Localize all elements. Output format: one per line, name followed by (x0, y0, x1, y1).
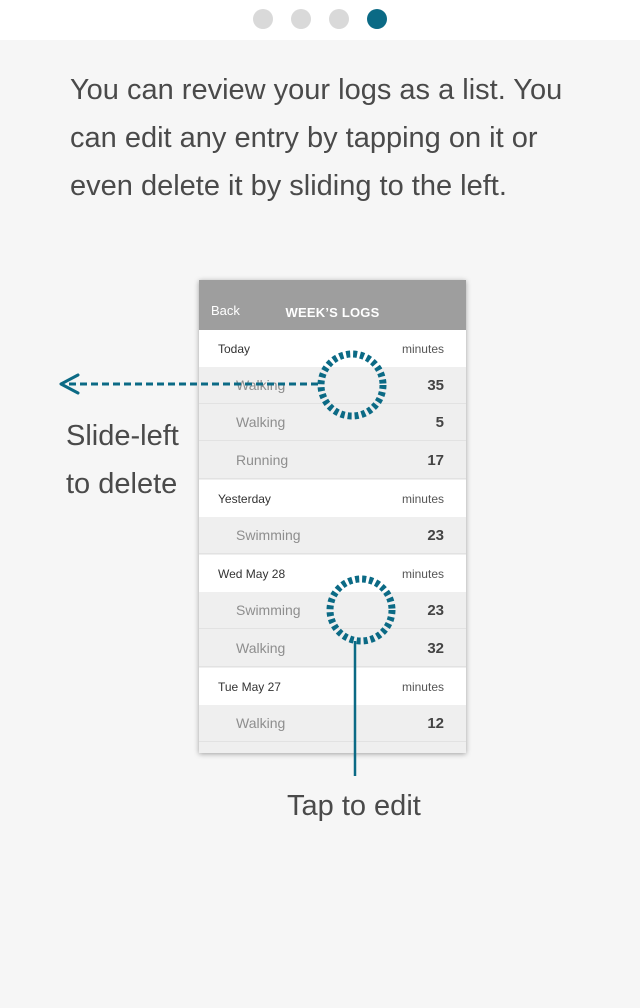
group-header-yesterday: Yesterday minutes (199, 480, 466, 517)
group-date: Wed May 28 (218, 567, 286, 581)
entry-minutes: 23 (427, 527, 444, 544)
group-header-wed-may-28: Wed May 28 minutes (199, 555, 466, 592)
page-dot-1[interactable] (253, 9, 273, 29)
entry-minutes: 23 (427, 602, 444, 619)
phone-title: WEEK’S LOGS (285, 305, 380, 320)
page-dot-4-active[interactable] (367, 9, 387, 29)
log-entry[interactable]: Walking 35 (199, 367, 466, 404)
log-entry[interactable]: Running 17 (199, 442, 466, 479)
slide-left-callout: Slide-left to delete (66, 412, 179, 508)
phone-mockup: Back WEEK’S LOGS Today minutes Walking 3… (199, 280, 466, 753)
slide-callout-line-2: to delete (66, 468, 178, 500)
group-header-today: Today minutes (199, 330, 466, 367)
log-entry[interactable]: Walking 5 (199, 404, 466, 441)
page-dot-2[interactable] (291, 9, 311, 29)
slide-callout-line-1: Slide-left (66, 420, 179, 452)
group-unit: minutes (401, 680, 444, 694)
entry-activity: Walking (236, 715, 286, 731)
log-entry[interactable]: Swimming 23 (199, 592, 466, 629)
log-entry[interactable]: Swimming 23 (199, 517, 466, 554)
group-date: Today (218, 342, 251, 356)
phone-header: Back WEEK’S LOGS (199, 280, 466, 330)
group-unit: minutes (401, 342, 444, 356)
entry-activity: Running (236, 452, 289, 468)
entry-minutes: 12 (427, 715, 444, 732)
page-dot-3[interactable] (329, 9, 349, 29)
entry-minutes: 5 (435, 414, 444, 431)
entry-activity: Swimming (236, 602, 301, 618)
top-bar (0, 0, 640, 40)
entry-minutes: 17 (427, 452, 444, 469)
entry-activity: Walking (236, 377, 286, 393)
intro-text: You can review your logs as a list. You … (70, 74, 563, 202)
group-date: Yesterday (218, 492, 271, 506)
entry-minutes: 32 (427, 640, 444, 657)
pagination-dots (253, 9, 387, 29)
group-header-tue-may-27: Tue May 27 minutes (199, 668, 466, 705)
entry-activity: Walking (236, 414, 286, 430)
group-date: Tue May 27 (218, 680, 281, 694)
group-unit: minutes (401, 492, 444, 506)
entry-activity: Walking (236, 640, 286, 656)
group-unit: minutes (401, 567, 444, 581)
entry-minutes: 35 (427, 377, 444, 394)
log-entry[interactable]: Walking 32 (199, 630, 466, 667)
log-entry[interactable]: Walking 12 (199, 705, 466, 742)
entry-activity: Swimming (236, 527, 301, 543)
tap-to-edit-callout: Tap to edit (287, 790, 421, 822)
